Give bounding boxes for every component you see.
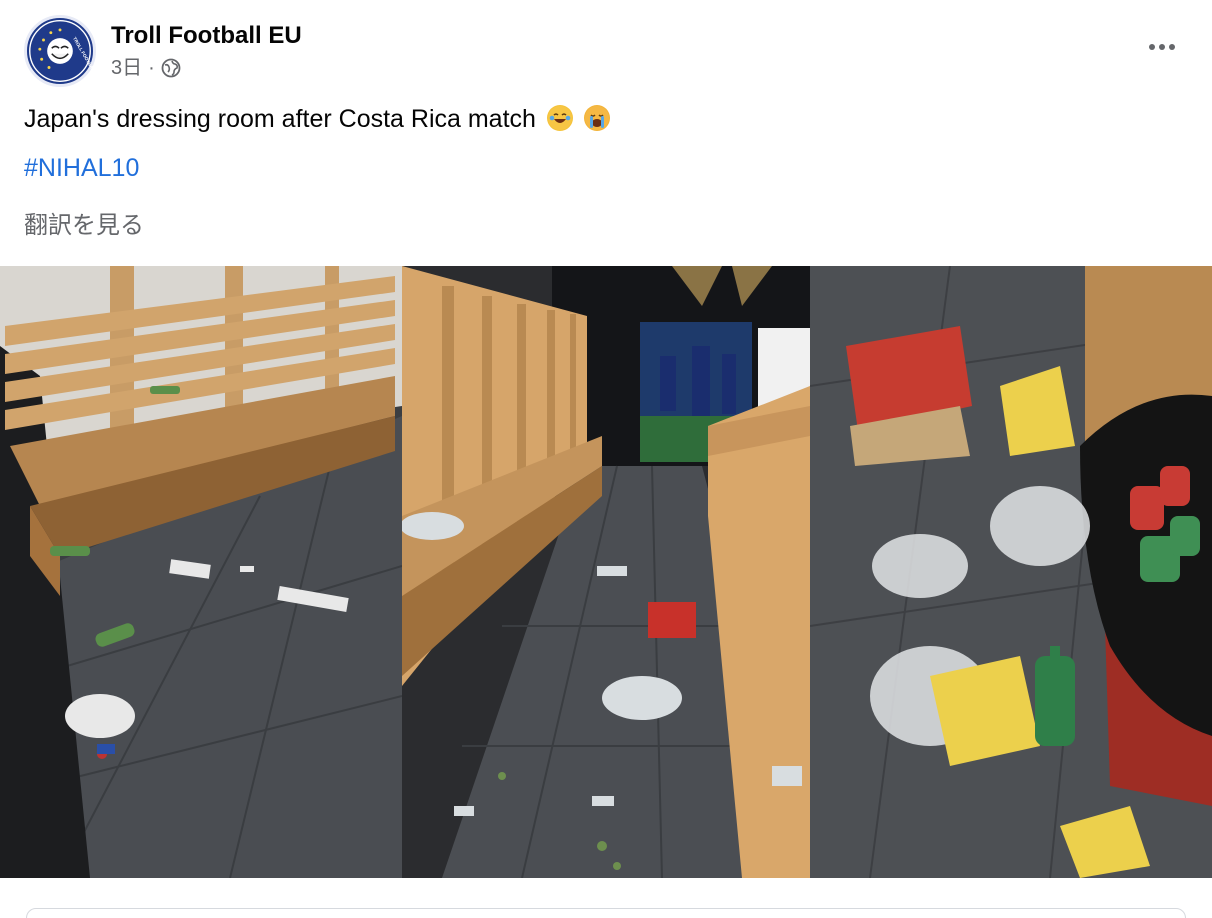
hashtag-link[interactable]: #NIHAL10: [24, 151, 139, 185]
globe-icon: [161, 58, 181, 78]
more-dot: [1169, 44, 1175, 50]
post-header: TROLL FOOTBALL EU Troll Football EU 3日 ·: [24, 14, 302, 88]
trash-bag-closeup-photo: [810, 266, 1212, 878]
facebook-post: TROLL FOOTBALL EU Troll Football EU 3日 ·…: [0, 0, 1212, 918]
post-message: Japan's dressing room after Costa Rica m…: [24, 102, 610, 136]
locker-room-benches-photo: [0, 266, 402, 878]
post-meta: Troll Football EU 3日 ·: [111, 21, 302, 81]
loudly-crying-emoji: [583, 105, 610, 131]
post-subline: 3日 ·: [111, 55, 302, 81]
laughing-crying-emoji: [546, 105, 573, 131]
more-dot: [1159, 44, 1165, 50]
post-message-text: Japan's dressing room after Costa Rica m…: [24, 105, 536, 133]
more-horizontal-icon: [1149, 44, 1155, 50]
post-photo[interactable]: [0, 266, 1212, 878]
page-avatar[interactable]: TROLL FOOTBALL EU: [24, 15, 96, 87]
meta-separator: ·: [148, 57, 155, 79]
next-card-edge: [26, 908, 1186, 918]
page-name-link[interactable]: Troll Football EU: [111, 21, 302, 51]
locker-room-corridor-photo: [402, 266, 810, 878]
see-translation-link[interactable]: 翻訳を見る: [24, 209, 144, 243]
post-timestamp[interactable]: 3日: [111, 55, 142, 81]
more-options-button[interactable]: [1142, 30, 1182, 64]
troll-football-logo: TROLL FOOTBALL EU: [28, 19, 93, 83]
